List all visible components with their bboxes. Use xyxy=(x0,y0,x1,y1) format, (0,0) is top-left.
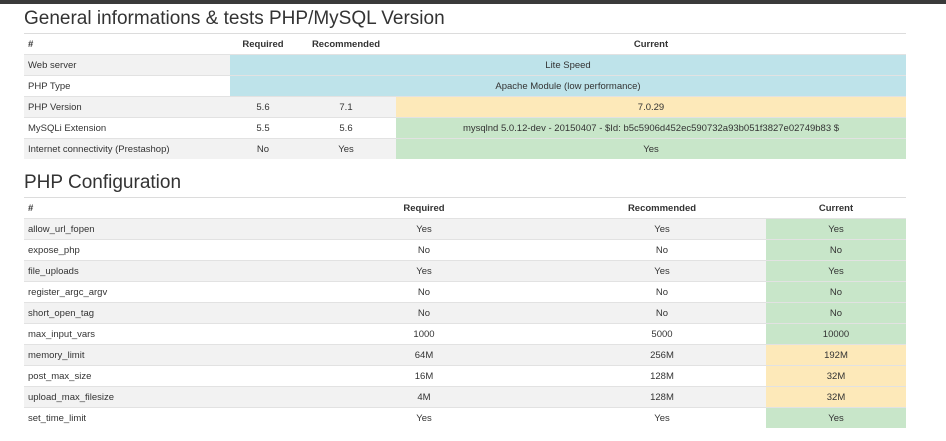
table-row: upload_max_filesize 4M 128M 32M xyxy=(24,386,906,408)
table-row: register_argc_argv No No No xyxy=(24,281,906,303)
row-current: 7.0.29 xyxy=(396,96,906,118)
row-recommended: 128M xyxy=(558,386,766,408)
table-row: PHP Type Apache Module (low performance) xyxy=(24,75,906,97)
row-recommended: 5.6 xyxy=(296,117,396,139)
row-required: 5.5 xyxy=(230,117,296,139)
row-current: mysqlnd 5.0.12-dev - 20150407 - $Id: b5c… xyxy=(396,117,906,139)
top-bar xyxy=(0,0,946,4)
row-name: PHP Type xyxy=(24,75,230,97)
row-required: 5.6 xyxy=(230,96,296,118)
table-row: allow_url_fopen Yes Yes Yes xyxy=(24,218,906,240)
col-header-required: Required xyxy=(230,33,296,55)
row-recommended: No xyxy=(558,302,766,324)
table-header-row: # Required Recommended Current xyxy=(24,197,906,219)
row-name: register_argc_argv xyxy=(24,281,290,303)
row-name: MySQLi Extension xyxy=(24,117,230,139)
table-row: MySQLi Extension 5.5 5.6 mysqlnd 5.0.12-dev… xyxy=(24,117,906,139)
general-info-table: # Required Recommended Current Web serve… xyxy=(24,33,906,159)
row-name: allow_url_fopen xyxy=(24,218,290,240)
general-info-title: General informations & tests PHP/MySQL V… xyxy=(24,8,445,29)
row-required: Yes xyxy=(290,218,558,240)
row-current: 32M xyxy=(766,386,906,408)
row-name: expose_php xyxy=(24,239,290,261)
row-name: memory_limit xyxy=(24,344,290,366)
table-row: expose_php No No No xyxy=(24,239,906,261)
col-header-recommended: Recommended xyxy=(296,33,396,55)
row-required: No xyxy=(290,239,558,261)
row-recommended: Yes xyxy=(296,138,396,159)
table-row: Internet connectivity (Prestashop) No Yes Y… xyxy=(24,138,906,159)
row-name: Web server xyxy=(24,54,230,76)
col-header-name: # xyxy=(24,197,290,219)
row-name: PHP Version xyxy=(24,96,230,118)
row-current: No xyxy=(766,239,906,261)
row-current: Lite Speed xyxy=(230,54,906,76)
row-name: upload_max_filesize xyxy=(24,386,290,408)
table-row: memory_limit 64M 256M 192M xyxy=(24,344,906,366)
table-row: short_open_tag No No No xyxy=(24,302,906,324)
table-row: Web server Lite Speed xyxy=(24,54,906,76)
row-current: Yes xyxy=(766,407,906,428)
row-required: 1000 xyxy=(290,323,558,345)
col-header-current: Current xyxy=(766,197,906,219)
table-header-row: # Required Recommended Current xyxy=(24,33,906,55)
row-name: short_open_tag xyxy=(24,302,290,324)
row-required: No xyxy=(290,302,558,324)
row-recommended: Yes xyxy=(558,218,766,240)
php-config-section: PHP Configuration # Required Recommended… xyxy=(24,171,906,428)
row-current: No xyxy=(766,302,906,324)
row-required: Yes xyxy=(290,407,558,428)
row-name: max_input_vars xyxy=(24,323,290,345)
table-row: post_max_size 16M 128M 32M xyxy=(24,365,906,387)
general-info-section: General informations & tests PHP/MySQL V… xyxy=(24,7,906,159)
row-name: set_time_limit xyxy=(24,407,290,428)
row-current: Yes xyxy=(396,138,906,159)
row-recommended: Yes xyxy=(558,260,766,282)
row-current: 192M xyxy=(766,344,906,366)
row-recommended: Yes xyxy=(558,407,766,428)
row-name: post_max_size xyxy=(24,365,290,387)
col-header-required: Required xyxy=(290,197,558,219)
row-required: Yes xyxy=(290,260,558,282)
php-config-table: # Required Recommended Current allow_url… xyxy=(24,197,906,428)
row-recommended: No xyxy=(558,281,766,303)
row-required: No xyxy=(290,281,558,303)
row-current: 32M xyxy=(766,365,906,387)
row-current: 10000 xyxy=(766,323,906,345)
row-current: Yes xyxy=(766,218,906,240)
col-header-current: Current xyxy=(396,33,906,55)
row-name: file_uploads xyxy=(24,260,290,282)
row-recommended: 5000 xyxy=(558,323,766,345)
row-recommended: 256M xyxy=(558,344,766,366)
row-recommended: 128M xyxy=(558,365,766,387)
col-header-name: # xyxy=(24,33,230,55)
row-name: Internet connectivity (Prestashop) xyxy=(24,138,230,159)
row-required: 16M xyxy=(290,365,558,387)
col-header-recommended: Recommended xyxy=(558,197,766,219)
table-row: file_uploads Yes Yes Yes xyxy=(24,260,906,282)
row-recommended: 7.1 xyxy=(296,96,396,118)
table-row: PHP Version 5.6 7.1 7.0.29 xyxy=(24,96,906,118)
table-row: set_time_limit Yes Yes Yes xyxy=(24,407,906,428)
row-required: 4M xyxy=(290,386,558,408)
row-current: Yes xyxy=(766,260,906,282)
row-required: No xyxy=(230,138,296,159)
row-required: 64M xyxy=(290,344,558,366)
php-config-title: PHP Configuration xyxy=(24,172,182,193)
table-row: max_input_vars 1000 5000 10000 xyxy=(24,323,906,345)
row-current: No xyxy=(766,281,906,303)
row-current: Apache Module (low performance) xyxy=(230,75,906,97)
row-recommended: No xyxy=(558,239,766,261)
